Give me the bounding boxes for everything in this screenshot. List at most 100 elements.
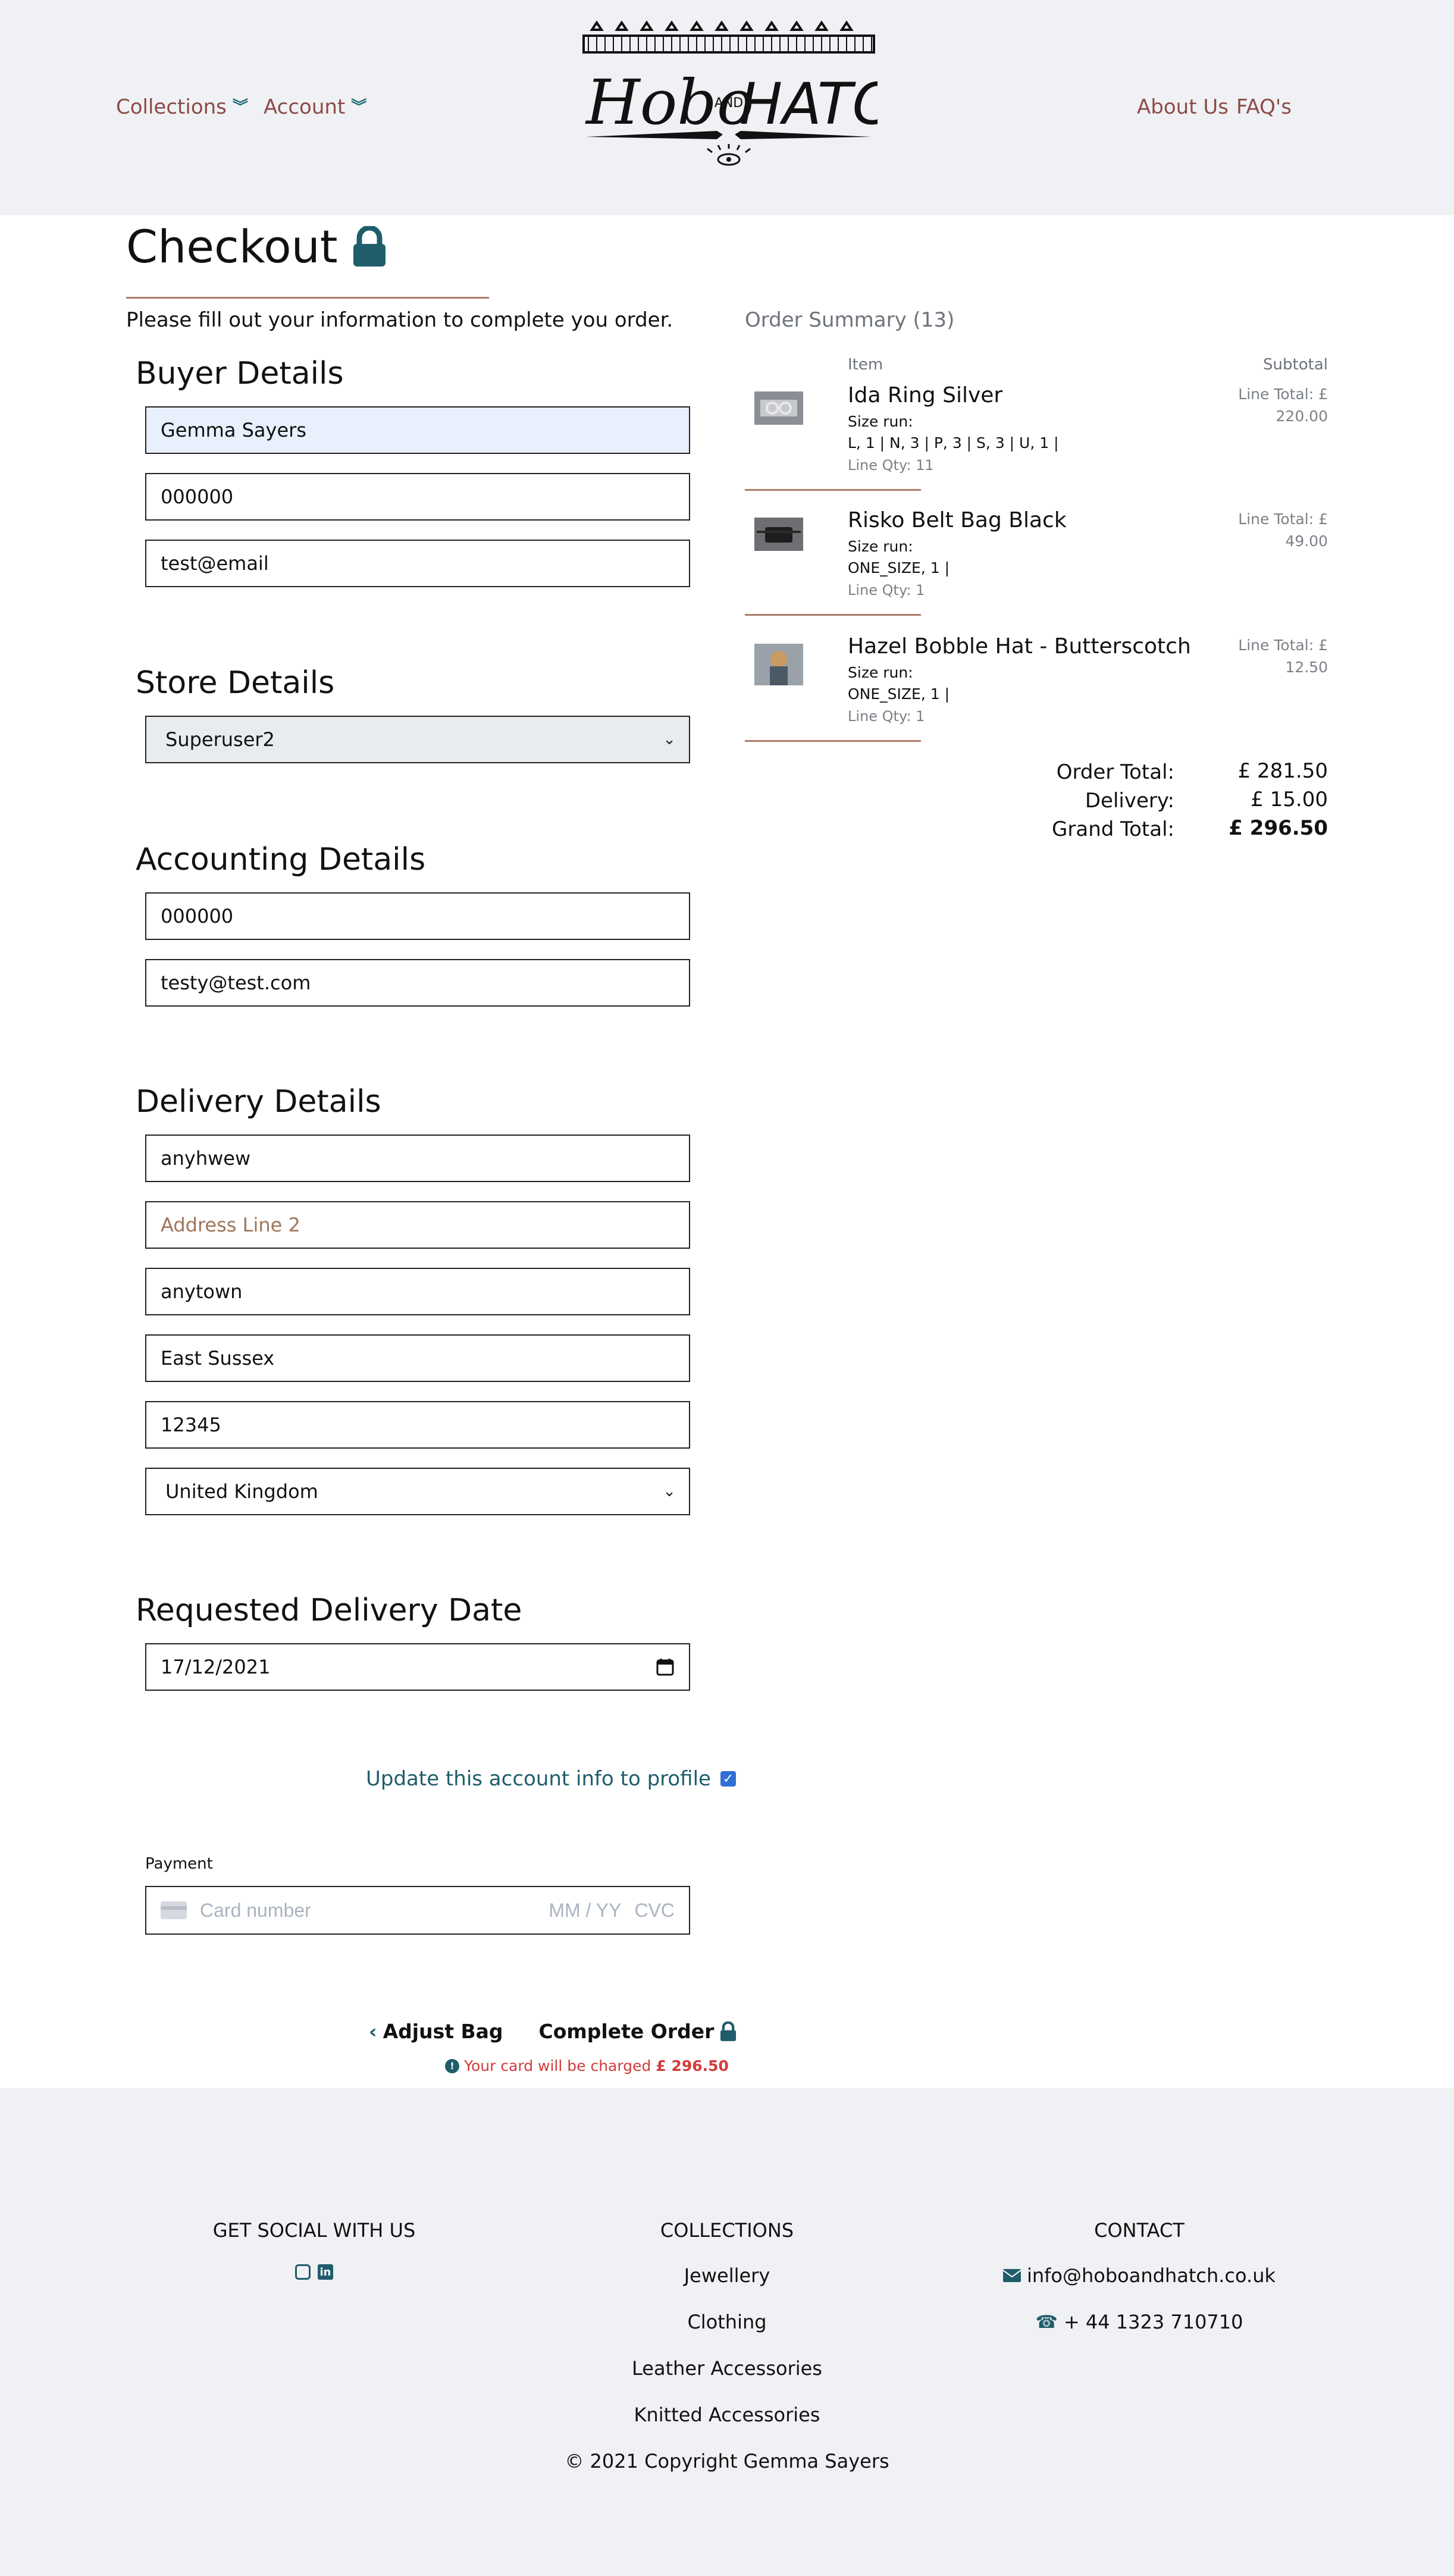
- grand-total-label: Grand Total:: [1052, 817, 1174, 841]
- update-profile-label: Update this account info to profile: [366, 1767, 711, 1791]
- footer-link-clothing[interactable]: Clothing: [519, 2311, 935, 2333]
- order-line-item: Hazel Bobble Hat - Butterscotch Size run…: [745, 632, 1328, 739]
- adjust-bag-button[interactable]: ‹ Adjust Bag: [369, 2020, 503, 2043]
- order-line-item: Risko Belt Bag Black Size run: ONE_SIZE,…: [745, 506, 1328, 613]
- footer-phone-link[interactable]: ☎ + 44 1323 710710: [931, 2311, 1348, 2333]
- county-input[interactable]: East Sussex: [145, 1334, 690, 1382]
- line-total: Line Total: £ 49.00: [1209, 508, 1328, 552]
- line-total-label: Line Total: £: [1238, 386, 1328, 403]
- line-qty: Line Qty: 11: [848, 457, 934, 474]
- complete-order-label: Complete Order: [538, 2020, 715, 2043]
- site-footer: GET SOCIAL WITH US in COLLECTIONS Jewell…: [0, 2088, 1454, 2576]
- buyer-name-input[interactable]: Gemma Sayers: [145, 406, 690, 454]
- footer-link-leather-accessories[interactable]: Leather Accessories: [519, 2357, 935, 2380]
- nav-collections-label: Collections: [116, 95, 227, 119]
- item-divider: [745, 489, 921, 491]
- page-title-text: Checkout: [126, 220, 338, 273]
- linkedin-icon[interactable]: in: [318, 2264, 333, 2280]
- double-chevron-down-icon: ︾: [351, 98, 367, 116]
- town-input[interactable]: anytown: [145, 1268, 690, 1315]
- order-summary-title: Order Summary (13): [745, 308, 955, 332]
- postcode-input[interactable]: 12345: [145, 1401, 690, 1449]
- line-total-value: 220.00: [1276, 408, 1328, 425]
- credit-card-icon: [161, 1901, 187, 1919]
- buyer-phone-input[interactable]: 000000: [145, 473, 690, 521]
- page-title: Checkout: [126, 220, 387, 273]
- address-line2-input[interactable]: Address Line 2: [145, 1201, 690, 1249]
- country-select[interactable]: United Kingdom ⌄: [145, 1468, 690, 1515]
- footer-collections: COLLECTIONS Jewellery Clothing Leather A…: [519, 2219, 935, 2472]
- store-select-value: Superuser2: [165, 728, 275, 751]
- double-chevron-down-icon: ︾: [232, 98, 248, 116]
- phone-icon: ☎: [1035, 2311, 1058, 2333]
- envelope-icon: [1002, 2269, 1021, 2282]
- nav-account[interactable]: Account ︾: [264, 95, 366, 119]
- nav-about[interactable]: About Us: [1137, 95, 1229, 119]
- nav-collections[interactable]: Collections ︾: [116, 95, 248, 119]
- complete-order-button[interactable]: Complete Order: [539, 2020, 737, 2043]
- size-run-label: Size run:: [848, 664, 913, 681]
- line-total-label: Line Total: £: [1238, 510, 1328, 528]
- instagram-icon[interactable]: [295, 2264, 311, 2280]
- line-total: Line Total: £ 220.00: [1209, 383, 1328, 427]
- store-select[interactable]: Superuser2 ⌄: [145, 716, 690, 763]
- buyer-email-input[interactable]: test@email: [145, 540, 690, 587]
- nav-account-label: Account: [264, 95, 346, 119]
- chevron-down-icon: ⌄: [663, 731, 676, 748]
- line-total: Line Total: £ 12.50: [1209, 634, 1328, 678]
- nav-faqs[interactable]: FAQ's: [1236, 95, 1292, 119]
- order-line-item: Ida Ring Silver Size run: L, 1 | N, 3 | …: [745, 381, 1328, 488]
- update-profile-row: Update this account info to profile ✓: [366, 1767, 736, 1791]
- requested-delivery-heading: Requested Delivery Date: [136, 1593, 522, 1628]
- accounting-details-heading: Accounting Details: [136, 842, 426, 878]
- accounting-email-input[interactable]: testy@test.com: [145, 959, 690, 1007]
- product-thumbnail[interactable]: [754, 518, 803, 551]
- delivery-details-heading: Delivery Details: [136, 1084, 381, 1120]
- footer-collections-heading: COLLECTIONS: [660, 2219, 794, 2242]
- chevron-left-icon: ‹: [369, 2020, 377, 2043]
- product-thumbnail[interactable]: [754, 391, 803, 425]
- order-total-label: Order Total:: [1056, 760, 1174, 784]
- size-run-values: ONE_SIZE, 1 |: [848, 559, 950, 576]
- column-subtotal-header: Subtotal: [1263, 356, 1328, 374]
- footer-email-link[interactable]: info@hoboandhatch.co.uk: [931, 2264, 1348, 2287]
- size-run-values: ONE_SIZE, 1 |: [848, 685, 950, 703]
- footer-link-jewellery[interactable]: Jewellery: [519, 2264, 935, 2287]
- copyright: © 2021 Copyright Gemma Sayers: [565, 2450, 889, 2472]
- store-details-heading: Store Details: [136, 665, 335, 701]
- line-qty: Line Qty: 1: [848, 582, 925, 598]
- hobo-and-hatch-logo[interactable]: Hobo AND HATCH: [580, 18, 878, 178]
- product-name[interactable]: Hazel Bobble Hat - Butterscotch: [848, 634, 1191, 659]
- footer-contact-heading: CONTACT: [1094, 2219, 1184, 2242]
- calendar-icon[interactable]: [656, 1657, 675, 1676]
- footer-link-knitted-accessories[interactable]: Knitted Accessories: [519, 2403, 935, 2426]
- nav-about-label: About Us: [1137, 95, 1229, 119]
- address-line2-placeholder: Address Line 2: [161, 1214, 300, 1236]
- product-name[interactable]: Risko Belt Bag Black: [848, 508, 1067, 532]
- social-links: in: [106, 2264, 522, 2280]
- charge-amount: £ 296.50: [656, 2057, 729, 2074]
- address-line1-input[interactable]: anyhwew: [145, 1135, 690, 1182]
- site-header: Collections ︾ Account ︾ Hobo AND HATCH A…: [0, 0, 1454, 215]
- update-profile-checkbox[interactable]: ✓: [720, 1771, 736, 1787]
- buyer-details-heading: Buyer Details: [136, 356, 344, 391]
- charge-note: ! Your card will be charged £ 296.50: [445, 2057, 729, 2074]
- intro-text: Please fill out your information to comp…: [126, 308, 673, 332]
- line-qty: Line Qty: 1: [848, 708, 925, 725]
- card-cvc-placeholder: CVC: [634, 1899, 675, 1921]
- footer-email-text: info@hoboandhatch.co.uk: [1026, 2264, 1276, 2287]
- payment-label: Payment: [145, 1855, 213, 1873]
- size-run-values: L, 1 | N, 3 | P, 3 | S, 3 | U, 1 |: [848, 434, 1059, 452]
- delivery-date-input[interactable]: 17/12/2021: [145, 1643, 690, 1691]
- lock-icon: [353, 225, 386, 267]
- grand-total-value: £ 296.50: [1229, 816, 1328, 840]
- product-name[interactable]: Ida Ring Silver: [848, 383, 1002, 408]
- card-number-placeholder: Card number: [200, 1899, 311, 1921]
- card-input[interactable]: Card number MM / YY CVC: [145, 1886, 690, 1935]
- accounting-phone-input[interactable]: 000000: [145, 892, 690, 940]
- info-icon: !: [445, 2058, 459, 2073]
- title-divider: [126, 297, 489, 299]
- product-thumbnail[interactable]: [754, 644, 803, 685]
- svg-text:HATCH: HATCH: [739, 71, 878, 137]
- size-run-label: Size run:: [848, 413, 913, 430]
